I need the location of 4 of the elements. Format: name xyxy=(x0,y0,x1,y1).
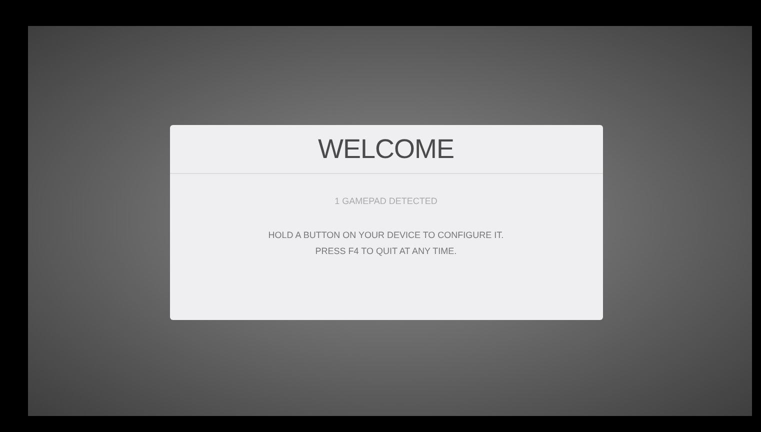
instruction-text: PRESS F4 TO QUIT AT ANY TIME. xyxy=(315,246,457,256)
dialog-title: WELCOME xyxy=(318,134,454,164)
status-text: 1 GAMEPAD DETECTED xyxy=(334,196,438,206)
instruction-text: HOLD A BUTTON ON YOUR DEVICE TO CONFIGURE IT. xyxy=(268,230,504,240)
